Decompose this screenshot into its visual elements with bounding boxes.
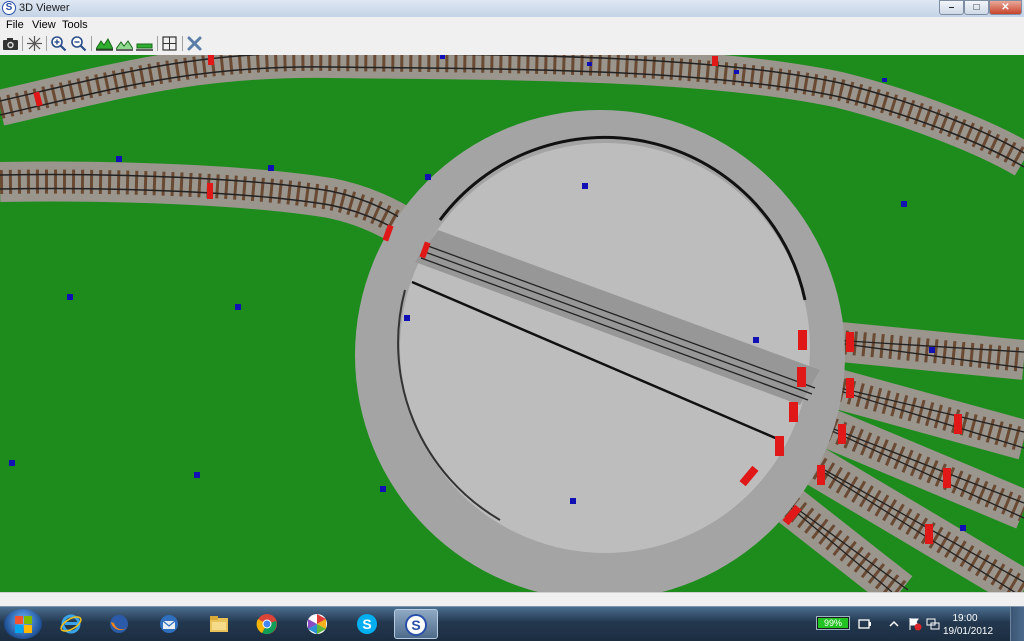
- camera-icon[interactable]: [2, 35, 19, 52]
- terrain-high-icon[interactable]: [96, 35, 113, 52]
- battery-percent: 99%: [823, 618, 842, 628]
- taskbar-file-explorer[interactable]: [198, 609, 242, 639]
- toolbar-separator: [91, 36, 92, 51]
- title-bar: S 3D Viewer – □ ✕: [0, 0, 1024, 18]
- power-plug-icon[interactable]: [858, 618, 872, 630]
- action-center-flag-icon[interactable]: [908, 617, 922, 631]
- svg-text:S: S: [411, 617, 420, 633]
- file-explorer-icon: [210, 616, 228, 632]
- minimize-button[interactable]: –: [939, 0, 964, 15]
- start-button[interactable]: [4, 609, 42, 639]
- toolbar: [0, 33, 1024, 56]
- windows-logo-icon: [15, 625, 23, 633]
- toolbar-separator: [46, 36, 47, 51]
- taskbar-internet-explorer[interactable]: [50, 609, 94, 639]
- thunderbird-icon: [160, 615, 178, 633]
- app-icon: S: [2, 1, 16, 15]
- taskbar-firefox[interactable]: [98, 609, 142, 639]
- battery-indicator[interactable]: 99%: [816, 616, 850, 630]
- taskbar-chrome[interactable]: [246, 609, 290, 639]
- firefox-icon: [110, 615, 128, 633]
- taskbar-picasa[interactable]: [296, 609, 340, 639]
- toolbar-separator: [22, 36, 23, 51]
- windows-logo-icon: [15, 616, 23, 624]
- taskbar-skype[interactable]: S: [346, 609, 390, 639]
- close-view-icon[interactable]: [186, 35, 203, 52]
- taskbar-thunderbird[interactable]: [148, 609, 192, 639]
- terrain-flat-icon[interactable]: [136, 35, 153, 52]
- windows-logo-icon: [24, 616, 32, 624]
- axes-icon[interactable]: [26, 35, 43, 52]
- status-bar: [0, 592, 1024, 607]
- maximize-button[interactable]: □: [964, 0, 989, 15]
- internet-explorer-icon: [60, 614, 82, 634]
- menu-bar: File View Tools: [0, 17, 1024, 33]
- zoom-in-icon[interactable]: [50, 35, 67, 52]
- notification-arrow-icon[interactable]: [888, 618, 900, 630]
- chrome-icon: [256, 614, 277, 635]
- network-icon[interactable]: [926, 617, 940, 631]
- zoom-out-icon[interactable]: [70, 35, 87, 52]
- clock-time[interactable]: 19:00: [940, 613, 990, 624]
- 3d-viewport[interactable]: [0, 55, 1024, 592]
- svg-text:S: S: [362, 616, 371, 632]
- window-title: 3D Viewer: [19, 2, 70, 14]
- fit-view-icon[interactable]: [161, 35, 178, 52]
- skype-icon: S: [357, 614, 377, 634]
- picasa-icon: [307, 614, 327, 634]
- windows-logo-icon: [24, 625, 32, 633]
- track-scene[interactable]: [0, 55, 1024, 592]
- 3d-viewer-icon: S: [405, 614, 427, 636]
- toolbar-separator: [182, 36, 183, 51]
- close-button[interactable]: ✕: [989, 0, 1022, 15]
- menu-tools[interactable]: Tools: [62, 19, 88, 31]
- taskbar-3d-viewer[interactable]: S: [394, 609, 438, 639]
- show-desktop-button[interactable]: [1010, 607, 1024, 641]
- toolbar-separator: [157, 36, 158, 51]
- taskbar: S S 99% 19:00 19/01/2012: [0, 606, 1024, 641]
- menu-file[interactable]: File: [6, 19, 24, 31]
- terrain-outline-icon[interactable]: [116, 35, 133, 52]
- turntable: [355, 110, 845, 592]
- menu-view[interactable]: View: [32, 19, 56, 31]
- clock-date[interactable]: 19/01/2012: [940, 626, 996, 637]
